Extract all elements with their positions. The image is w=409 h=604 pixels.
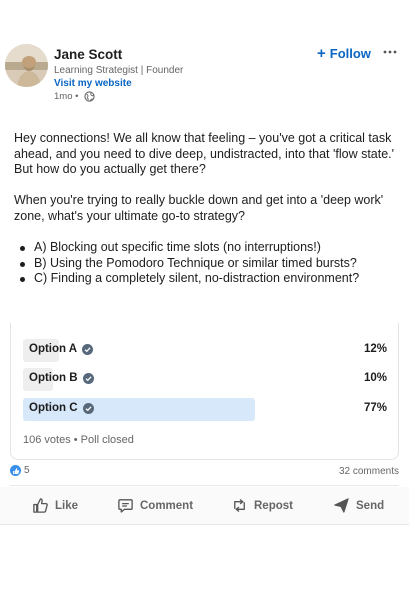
send-label: Send [356,499,385,512]
like-icon [33,498,48,513]
author-name[interactable]: Jane Scott [54,47,122,62]
send-button[interactable]: Send [333,497,384,514]
poll-percent: 77% [363,402,387,414]
follow-label: Follow [329,46,371,61]
check-icon [82,372,94,384]
poll-option-label: Option B [29,372,78,384]
comment-icon [118,499,133,513]
follow-button[interactable]: + Follow [317,46,371,61]
repost-icon [234,499,245,512]
reactions[interactable]: 5 [10,465,30,476]
check-icon [82,343,94,355]
post-paragraph: When you're trying to really buckle down… [14,193,384,223]
check-icon [82,402,94,414]
post-header: Jane Scott Learning Strategist | Founder… [0,0,409,120]
poll-option-label-wrap: Option C [29,402,94,414]
list-item: C) Finding a completely silent, no-distr… [14,271,399,287]
poll-option-label: Option C [29,402,78,414]
post-meta: 1mo • [54,91,96,102]
like-label: Like [55,499,79,512]
post-paragraph: Hey connections! We all know that feelin… [14,131,395,176]
repost-button[interactable]: Repost [231,497,293,514]
plus-icon: + [317,45,326,62]
comments-count[interactable]: 32 comments [339,466,399,477]
like-button[interactable]: Like [32,497,78,514]
author-headline: Learning Strategist | Founder [54,65,184,76]
social-counts: 5 32 comments [10,465,399,481]
website-link[interactable]: Visit my website [54,78,132,89]
comment-button[interactable]: Comment [117,497,193,514]
poll-card: Option A 12% Option B 10% Option C 77% 1… [10,323,399,460]
poll-option-c[interactable]: Option C 77% [23,398,387,421]
poll-footer: 106 votes • Poll closed [23,434,134,446]
poll-percent: 10% [363,372,387,384]
list-item: B) Using the Pomodoro Technique or simil… [14,256,399,272]
poll-option-label-wrap: Option A [29,343,94,355]
poll-percent: 12% [363,343,387,355]
action-bar: Like Comment Repost Send [0,487,409,525]
options-list: A) Blocking out specific time slots (no … [14,240,399,287]
list-item: A) Blocking out specific time slots (no … [14,240,399,256]
reaction-count: 5 [24,465,30,476]
send-icon [334,498,349,513]
poll-option-label-wrap: Option B [29,372,94,384]
comment-label: Comment [140,499,194,512]
repost-label: Repost [254,499,293,512]
more-icon[interactable] [382,45,398,59]
poll-option-a[interactable]: Option A 12% [23,339,387,362]
globe-icon [84,91,96,102]
like-reaction-icon [10,465,21,476]
divider [10,485,399,486]
post-body: Hey connections! We all know that feelin… [14,131,399,287]
post-time: 1mo • [54,91,79,102]
poll-option-b[interactable]: Option B 10% [23,368,387,391]
avatar[interactable] [5,44,48,87]
poll-option-label: Option A [29,343,78,355]
